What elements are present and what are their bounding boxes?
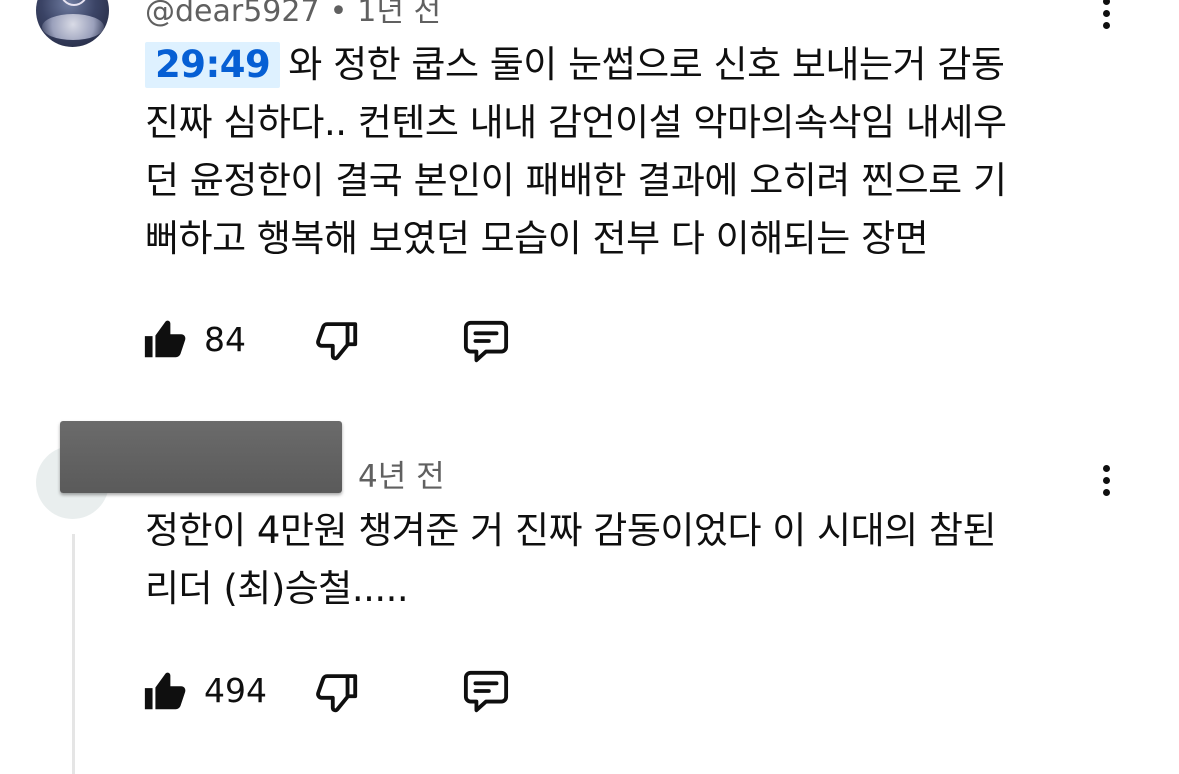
thumbs-down-icon[interactable] (314, 670, 360, 716)
comment-line: 던 윤정한이 결국 본인이 패배한 결과에 오히려 찐으로 기 (145, 159, 1007, 202)
thread-line (72, 534, 75, 774)
like-count: 494 (204, 671, 267, 710)
kebab-dot (1102, 465, 1110, 472)
comment-text: 29:49 와 정한 쿱스 둘이 눈썹으로 신호 보내는거 감동 진짜 심하다..… (145, 36, 1095, 268)
kebab-dot (1102, 477, 1110, 484)
comment-line: 뻐하고 행복해 보였던 모습이 전부 다 이해되는 장면 (145, 217, 929, 260)
kebab-dot (1102, 489, 1110, 496)
comment-line: 리더 (최)승철..... (145, 567, 409, 610)
more-vertical-icon[interactable] (1100, 465, 1112, 503)
comment-text: 정한이 4만원 챙겨준 거 진짜 감동이었다 이 시대의 참된 리더 (최)승철… (145, 502, 1095, 618)
kebab-dot (1102, 10, 1110, 17)
like-count: 84 (204, 320, 246, 359)
more-vertical-icon[interactable] (1100, 0, 1112, 36)
comment-age: 1년 전 (357, 0, 442, 29)
kebab-dot (1102, 22, 1110, 29)
redacted-author (60, 421, 342, 493)
avatar[interactable] (36, 0, 109, 47)
comment-age: 4년 전 (358, 459, 445, 495)
avatar-dreamcatcher (60, 0, 88, 6)
avatar-cloud (42, 14, 104, 40)
kebab-dot (1102, 0, 1110, 5)
reply-icon[interactable] (461, 668, 509, 714)
thumbs-down-icon[interactable] (314, 318, 360, 364)
comment-line: 정한이 4만원 챙겨준 거 진짜 감동이었다 이 시대의 참된 (145, 509, 997, 552)
comment-meta: @dear5927 • 1년 전 (145, 0, 441, 30)
thumbs-up-icon[interactable] (142, 668, 188, 714)
comment-line-text: 와 정한 쿱스 둘이 눈썹으로 신호 보내는거 감동 (288, 43, 1005, 86)
comment-line: 29:49 와 정한 쿱스 둘이 눈썹으로 신호 보내는거 감동 (145, 36, 1095, 94)
timestamp-link[interactable]: 29:49 (145, 42, 281, 88)
comment-line: 진짜 심하다.. 컨텐츠 내내 감언이설 악마의속삭임 내세우 (145, 101, 1007, 144)
meta-separator: • (329, 0, 348, 29)
reply-icon[interactable] (461, 318, 509, 364)
comment-author[interactable]: @dear5927 (145, 0, 320, 29)
thumbs-up-icon[interactable] (142, 316, 188, 362)
